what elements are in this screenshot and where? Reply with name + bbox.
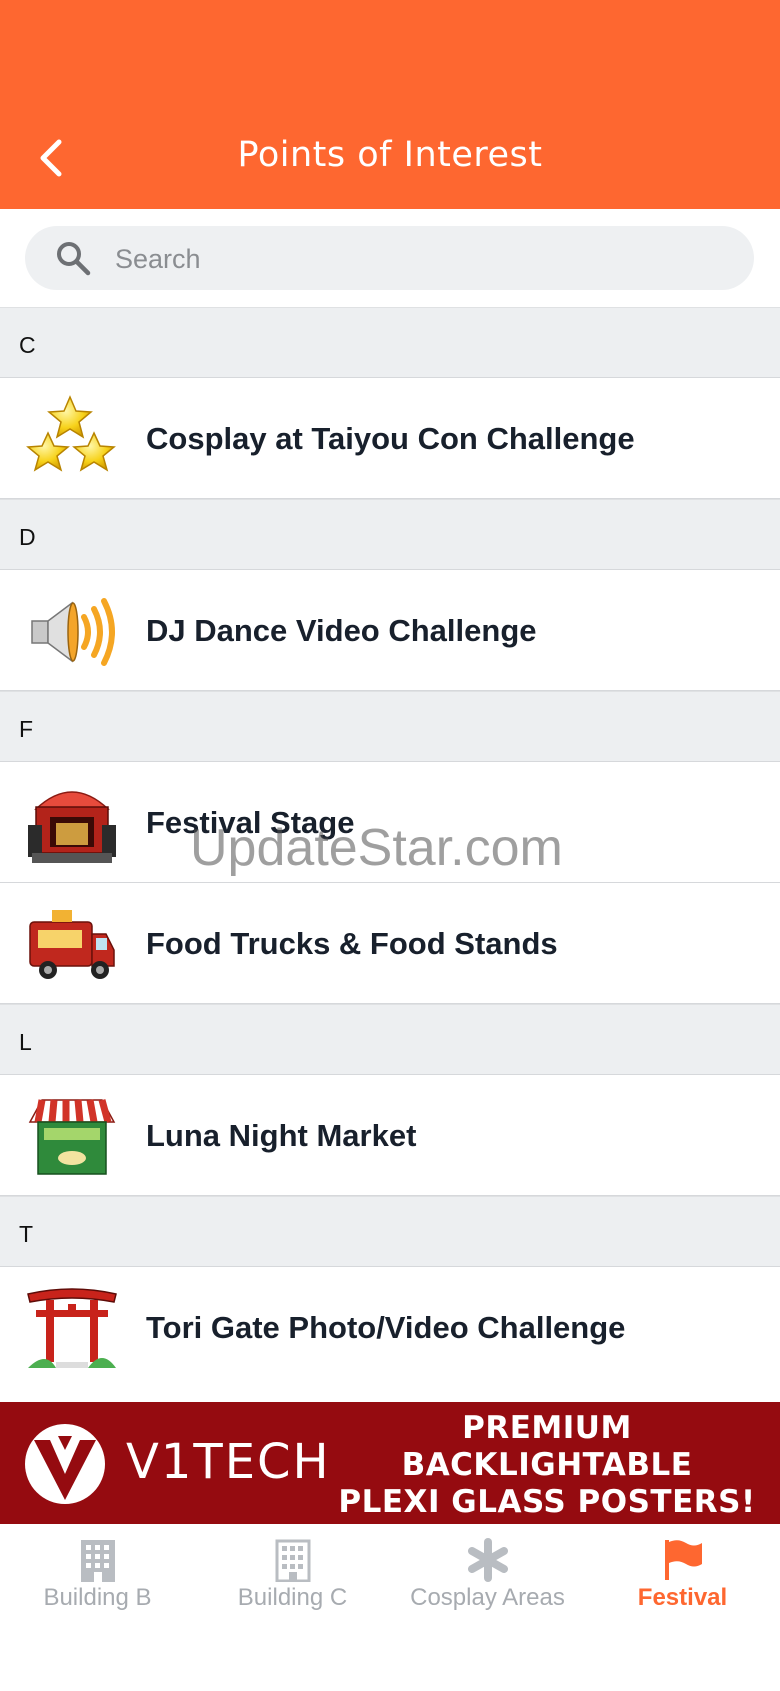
- flag-icon: [665, 1540, 702, 1580]
- section-header-l: L: [0, 1004, 780, 1075]
- app-header: Points of Interest: [0, 0, 780, 209]
- stage-icon: [28, 791, 116, 863]
- v1tech-logo-icon: [25, 1424, 105, 1504]
- tab-building-b[interactable]: Building B: [0, 1524, 195, 1634]
- tab-label: Building B: [43, 1584, 152, 1611]
- search-icon: [57, 242, 91, 276]
- poi-list: C Cosplay at Taiyou Con Challenge D DJ D: [0, 307, 780, 1388]
- section-letter: L: [19, 1029, 32, 1055]
- list-item-festival-stage[interactable]: Festival Stage: [0, 762, 780, 883]
- section-letter: T: [19, 1221, 34, 1247]
- banner-line-1: PREMIUM: [462, 1410, 632, 1446]
- list-item-label: Luna Night Market: [146, 1117, 417, 1153]
- speaker-icon: [31, 598, 115, 666]
- section-header-c: C: [0, 307, 780, 378]
- list-item-cosplay-challenge[interactable]: Cosplay at Taiyou Con Challenge: [0, 378, 780, 499]
- list-item-food-trucks[interactable]: Food Trucks & Food Stands: [0, 883, 780, 1004]
- section-header-t: T: [0, 1196, 780, 1267]
- list-item-label: Cosplay at Taiyou Con Challenge: [146, 420, 635, 456]
- list-item-label: DJ Dance Video Challenge: [146, 612, 537, 648]
- torii-gate-icon: [27, 1288, 117, 1368]
- section-header-d: D: [0, 499, 780, 570]
- section-letter: F: [19, 716, 34, 742]
- section-letter: D: [19, 524, 36, 550]
- list-item-label: Food Trucks & Food Stands: [146, 925, 558, 961]
- building-outline-icon: [275, 1539, 311, 1582]
- search-bar[interactable]: [25, 226, 754, 290]
- search-input[interactable]: [113, 234, 717, 284]
- list-item-luna-market[interactable]: Luna Night Market: [0, 1075, 780, 1196]
- banner-headline: PREMIUM BACKLIGHTABLE PLEXI GLASS POSTER…: [332, 1410, 762, 1521]
- food-truck-icon: [29, 910, 115, 979]
- stars-icon: [26, 395, 116, 472]
- ad-banner[interactable]: V1TECH PREMIUM BACKLIGHTABLE PLEXI GLASS…: [0, 1402, 780, 1524]
- section-header-f: F: [0, 691, 780, 762]
- tab-label: Building C: [237, 1584, 348, 1611]
- banner-brand: V1TECH: [126, 1434, 331, 1490]
- list-item-label: Festival Stage: [146, 804, 355, 840]
- section-letter: C: [19, 332, 36, 358]
- list-item-label: Tori Gate Photo/Video Challenge: [146, 1309, 626, 1345]
- bottom-tab-bar: Building B Building C Cosplay Areas Fest…: [0, 1524, 780, 1691]
- tab-festival[interactable]: Festival: [585, 1524, 780, 1634]
- list-item-dj-dance[interactable]: DJ Dance Video Challenge: [0, 570, 780, 691]
- building-icon: [81, 1540, 115, 1582]
- banner-line-3: PLEXI GLASS POSTERS!: [338, 1484, 756, 1520]
- page-title: Points of Interest: [237, 135, 543, 175]
- tab-building-c[interactable]: Building C: [195, 1524, 390, 1634]
- list-item-tori-gate[interactable]: Tori Gate Photo/Video Challenge: [0, 1267, 780, 1388]
- market-stall-icon: [28, 1099, 116, 1175]
- banner-line-2: BACKLIGHTABLE: [401, 1447, 693, 1483]
- asterisk-icon: [468, 1538, 508, 1582]
- tab-cosplay-areas[interactable]: Cosplay Areas: [390, 1524, 585, 1634]
- tab-label: Cosplay Areas: [410, 1584, 565, 1611]
- tab-label: Festival: [637, 1584, 728, 1611]
